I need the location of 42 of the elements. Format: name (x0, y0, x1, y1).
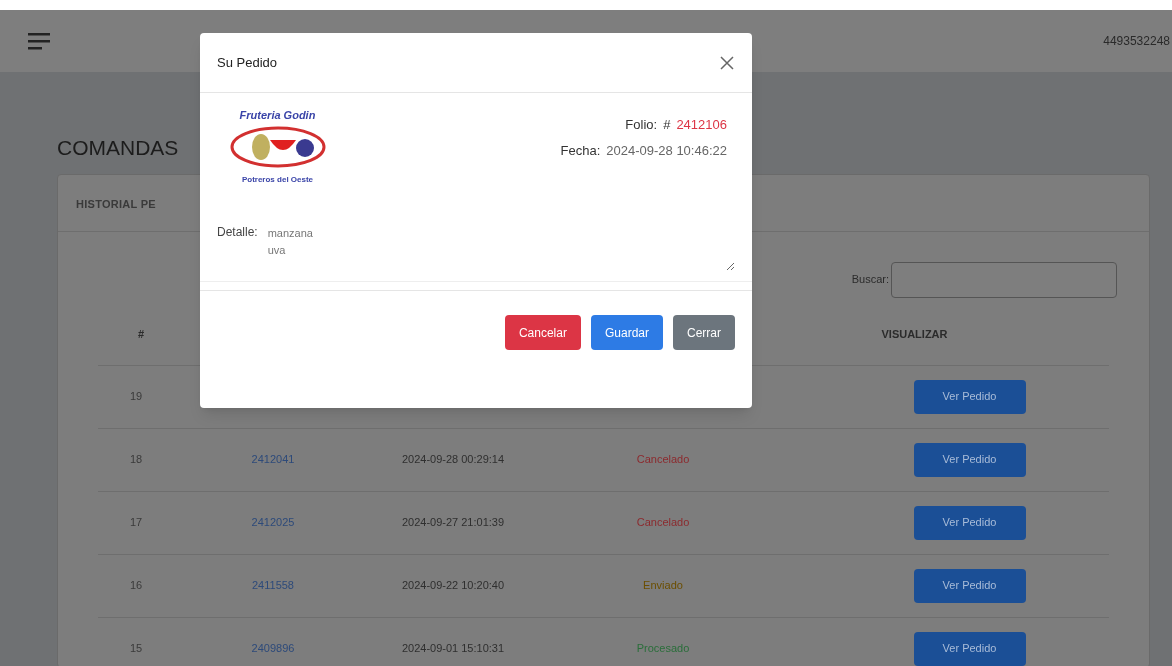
view-order-button[interactable]: Ver Pedido (913, 568, 1026, 603)
row-number: 15 (129, 641, 143, 657)
page-title: COMANDAS (57, 135, 179, 161)
folio-link[interactable]: 2412041 (198, 451, 348, 468)
date-label: Fecha: (560, 141, 601, 160)
row-number: 19 (129, 389, 143, 405)
order-status: Procesado (636, 641, 690, 657)
store-logo: Fruteria Godin Potreros del Oeste (215, 107, 340, 197)
order-status: Cancelado (636, 515, 690, 531)
order-date: 2024-09-28 00:29:14 (400, 452, 506, 468)
view-order-button[interactable]: Ver Pedido (913, 631, 1026, 666)
view-order-button[interactable]: Ver Pedido (913, 505, 1026, 540)
hash-symbol: # (663, 116, 671, 134)
column-header: # (137, 326, 146, 342)
phone-number: 4493532248 (1103, 33, 1170, 50)
view-order-button[interactable]: Ver Pedido (913, 379, 1026, 414)
card-title: HISTORIAL PE (76, 197, 156, 210)
detail-label: Detalle: (217, 224, 258, 241)
dialog-button[interactable]: Cerrar (673, 315, 735, 350)
folio-number: 2412106 (676, 116, 727, 134)
order-status: Cancelado (636, 452, 690, 468)
folio-link[interactable]: 2412025 (198, 514, 348, 531)
folio-link[interactable]: 2411558 (198, 577, 348, 594)
order-date: 2024-09-27 21:01:39 (400, 515, 506, 531)
row-number: 16 (129, 578, 143, 594)
close-icon[interactable] (719, 54, 735, 71)
search-label: Buscar: (851, 272, 889, 288)
menu-icon[interactable] (28, 32, 50, 50)
order-date: 2024-09-28 10:46:22 (606, 141, 727, 160)
row-number: 18 (129, 452, 143, 468)
search-field[interactable] (891, 261, 1117, 298)
folio-label: Folio: (625, 116, 658, 134)
order-date: 2024-09-22 10:20:40 (400, 578, 506, 594)
order-status: Enviado (643, 578, 683, 594)
detail-textarea[interactable]: manzana uva (267, 221, 735, 271)
view-order-button[interactable]: Ver Pedido (913, 442, 1026, 477)
folio-link[interactable]: 2409896 (198, 640, 348, 657)
order-date: 2024-09-01 15:10:31 (400, 641, 506, 657)
dialog-button[interactable]: Cancelar (504, 315, 581, 350)
row-number: 17 (129, 515, 143, 531)
dialog-button[interactable]: Guardar (590, 315, 663, 350)
modal-title: Su Pedido (217, 53, 277, 72)
